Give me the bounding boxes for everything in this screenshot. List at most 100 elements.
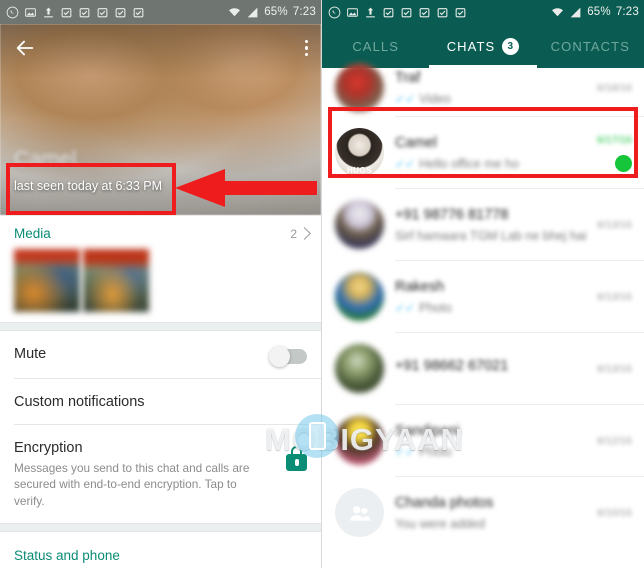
tab-contacts-label: CONTACTS xyxy=(550,38,630,54)
chat-name: Rakesh xyxy=(395,278,445,295)
chat-item-text: Chanda photos You were added xyxy=(395,495,586,531)
wifi-icon xyxy=(229,7,241,16)
avatar[interactable] xyxy=(335,344,384,393)
read-receipt-icon: ✓✓ xyxy=(395,300,416,315)
chat-name: Sandipani xyxy=(395,422,460,439)
chat-item-meta: 6/17/16 xyxy=(597,134,632,172)
chat-item-text: Traf ✓✓ Video xyxy=(395,70,586,106)
avatar[interactable] xyxy=(335,488,384,537)
battery-percentage: 65% xyxy=(587,6,611,18)
clock: 7:23 xyxy=(292,6,316,18)
dual-screenshot-container: 65% 7:23 Camel last seen today at 6:33 P… xyxy=(0,0,644,568)
chat-list-item[interactable]: Traf ✓✓ Video 6/18/16 xyxy=(322,63,644,116)
chat-name: Chanda photos xyxy=(395,494,494,511)
chat-preview: ✓✓ Video xyxy=(395,92,586,106)
clock: 7:23 xyxy=(615,6,639,18)
chat-list: Traf ✓✓ Video 6/18/16 HUGS Camel ✓✓ Hell… xyxy=(322,63,644,568)
unread-chats-badge: 3 xyxy=(502,37,520,55)
chat-preview: ✓✓ Photo xyxy=(395,445,586,459)
chat-item-text: Sandipani ✓✓ Photo xyxy=(395,423,586,459)
download-done-icon xyxy=(437,7,448,17)
profile-toolbar xyxy=(0,24,321,72)
download-done-icon xyxy=(383,7,394,17)
download-done-icon xyxy=(79,7,90,17)
tab-contacts[interactable]: CONTACTS xyxy=(537,24,644,68)
chat-timestamp: 6/13/16 xyxy=(596,362,632,375)
chat-item-meta: 6/10/16 xyxy=(597,507,632,519)
tab-bar: CALLS CHATS 3 CONTACTS xyxy=(322,24,644,68)
status-bar-system-icons: 65% 7:23 xyxy=(228,6,316,19)
signal-icon xyxy=(247,7,258,17)
status-bar-notification-icons xyxy=(6,6,145,19)
status-bar-system-icons: 65% 7:23 xyxy=(551,6,639,19)
download-done-icon xyxy=(61,7,72,17)
chat-preview-text: Photo xyxy=(419,444,452,459)
chat-item-meta: 6/13/16 xyxy=(597,291,632,303)
avatar-overlay-text: HUGS xyxy=(346,166,373,175)
chat-timestamp: 6/12/16 xyxy=(596,434,632,447)
last-seen-text: last seen today at 6:33 PM xyxy=(14,179,163,193)
whatsapp-icon xyxy=(328,6,341,18)
chat-item-meta: 6/13/16 xyxy=(597,219,632,231)
dot xyxy=(304,46,308,50)
chat-timestamp: 6/10/16 xyxy=(596,506,632,519)
download-done-icon xyxy=(133,7,144,17)
download-done-icon xyxy=(419,7,430,17)
chat-preview-text: Hello office me ho xyxy=(419,156,519,171)
tab-chats-label: CHATS xyxy=(446,38,496,54)
chat-list-item[interactable]: Rakesh ✓✓ Photo 6/13/16 xyxy=(322,261,644,332)
chat-name: +91 98662 67021 xyxy=(395,357,509,374)
read-receipt-icon: ✓✓ xyxy=(395,156,416,171)
chat-preview: Sirf hamaara TGM Lab ne bhej hain xyxy=(395,229,586,243)
unread-indicator xyxy=(615,154,632,172)
download-done-icon xyxy=(455,7,466,17)
status-bar: 65% 7:23 xyxy=(0,0,321,24)
tab-calls[interactable]: CALLS xyxy=(322,24,429,68)
chat-list-item[interactable]: +91 98662 67021 6/13/16 xyxy=(322,333,644,404)
media-count-value: 2 xyxy=(290,226,297,241)
chat-list-item[interactable]: Chanda photos You were added 6/10/16 xyxy=(322,477,644,548)
chat-name: Camel xyxy=(395,134,437,151)
battery-percentage: 65% xyxy=(264,6,288,18)
avatar[interactable] xyxy=(335,63,384,112)
upload-icon xyxy=(44,7,53,17)
dot xyxy=(304,52,308,57)
toggle-knob xyxy=(269,346,290,367)
status-row[interactable]: Vampire reborn 👻 xyxy=(0,563,321,568)
contact-info-screen: 65% 7:23 Camel last seen today at 6:33 P… xyxy=(0,0,322,568)
chat-list-hint: Tap and hold on a chat for more options xyxy=(322,548,644,568)
wifi-icon xyxy=(552,7,564,16)
avatar[interactable] xyxy=(335,272,384,321)
chat-preview: ✓✓ Hello office me ho xyxy=(395,157,586,171)
dot xyxy=(304,39,308,44)
avatar[interactable] xyxy=(335,416,384,465)
download-done-icon xyxy=(97,7,108,17)
tab-chats[interactable]: CHATS 3 xyxy=(429,24,536,68)
overflow-menu-icon[interactable] xyxy=(302,36,312,61)
chat-item-meta: 6/18/16 xyxy=(597,82,632,94)
chat-timestamp: 6/17/16 xyxy=(596,133,632,146)
media-count: 2 xyxy=(290,226,311,241)
avatar[interactable]: HUGS xyxy=(335,128,384,177)
chat-list-item[interactable]: +91 98776 81778 Sirf hamaara TGM Lab ne … xyxy=(322,189,644,260)
back-arrow-icon[interactable] xyxy=(14,37,36,59)
lock-icon xyxy=(286,446,307,471)
signal-icon xyxy=(570,7,581,17)
chat-list-item[interactable]: Sandipani ✓✓ Photo 6/12/16 xyxy=(322,405,644,476)
image-icon xyxy=(25,7,36,17)
chat-timestamp: 6/18/16 xyxy=(596,81,632,94)
mute-toggle[interactable] xyxy=(269,346,307,367)
chat-list-item-camel[interactable]: HUGS Camel ✓✓ Hello office me ho 6/17/16 xyxy=(322,117,644,188)
chat-item-text: +91 98776 81778 Sirf hamaara TGM Lab ne … xyxy=(395,207,586,243)
avatar[interactable] xyxy=(335,200,384,249)
chat-name: +91 98776 81778 xyxy=(395,206,509,223)
chat-preview-text: Sirf hamaara TGM Lab ne bhej hain xyxy=(395,228,586,243)
chat-item-text: +91 98662 67021 xyxy=(395,358,586,380)
lock-keyhole xyxy=(294,459,299,466)
read-receipt-icon: ✓✓ xyxy=(395,91,416,106)
tab-calls-label: CALLS xyxy=(352,38,400,54)
chat-item-meta: 6/12/16 xyxy=(597,435,632,447)
chat-name: Traf xyxy=(395,69,421,86)
read-receipt-icon: ✓✓ xyxy=(395,444,416,459)
chats-list-screen: 65% 7:23 CALLS CHATS 3 CONTACTS Traf ✓✓ … xyxy=(322,0,644,568)
